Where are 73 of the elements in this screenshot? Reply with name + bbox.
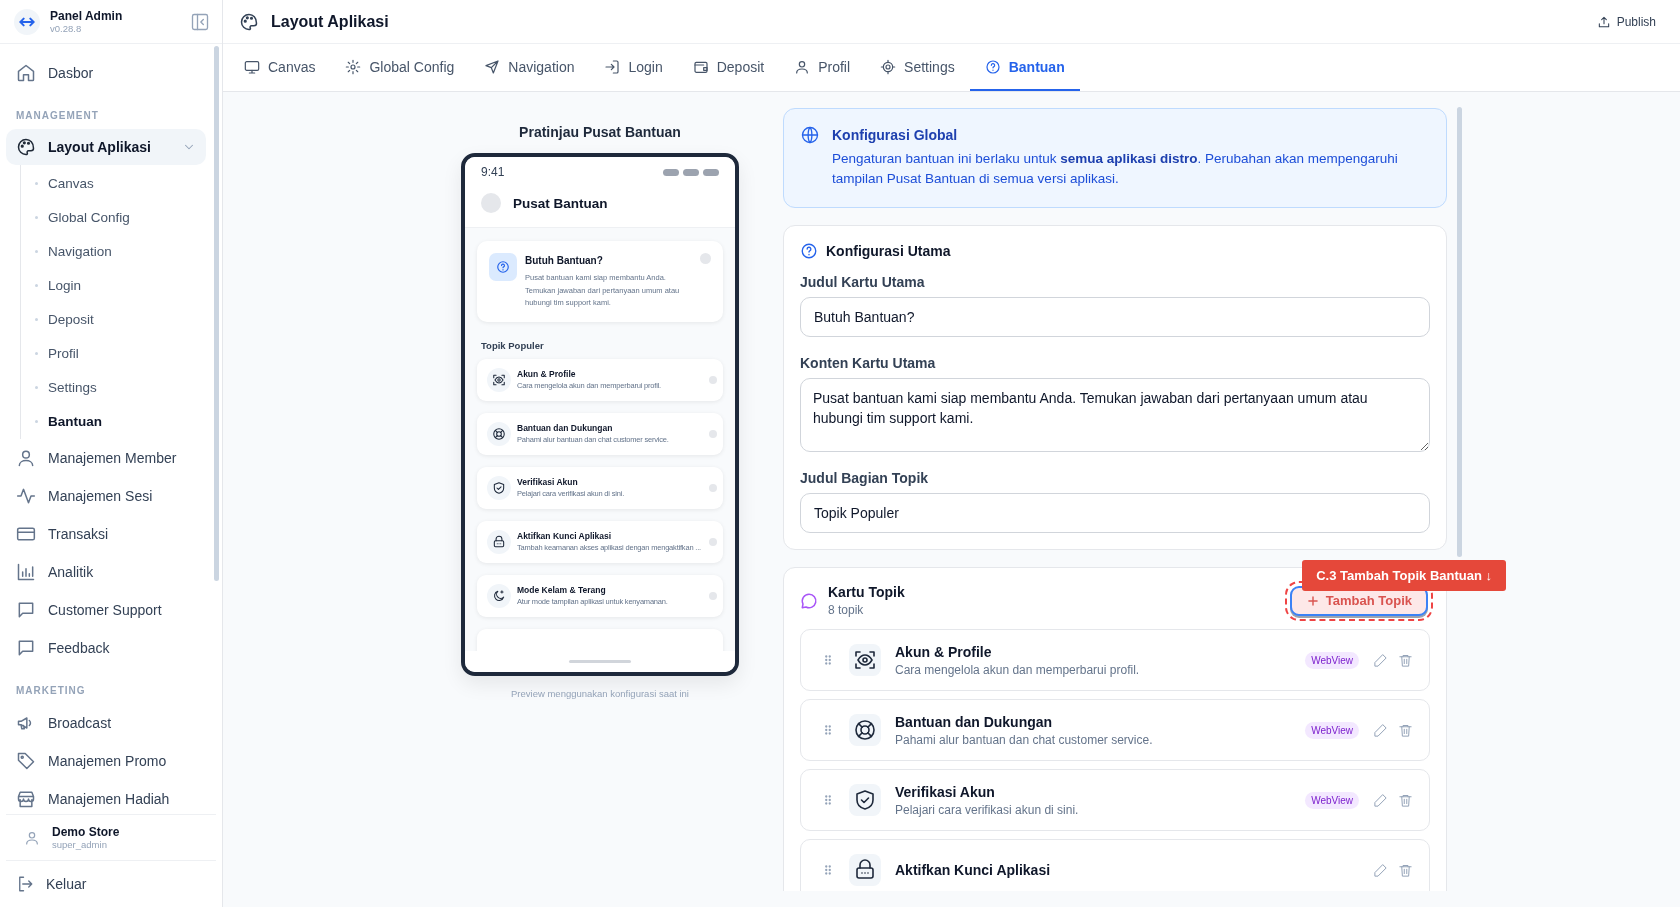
topic-description: Pelajari cara verifikasi akun di sini.	[895, 802, 1080, 817]
tab[interactable]: Global Config	[330, 44, 470, 91]
publish-button[interactable]: Publish	[1588, 10, 1664, 33]
sidebar-item[interactable]: Manajemen Hadiah	[6, 780, 206, 814]
topic-description: Pahami alur bantuan dan chat customer service.	[895, 732, 1154, 747]
sidebar-item[interactable]: Feedback	[6, 629, 206, 667]
user-name: Demo Store	[52, 825, 121, 839]
submenu-item[interactable]: Bantuan	[21, 404, 206, 438]
screen-title: Pusat Bantuan	[513, 195, 608, 211]
sidebar-item[interactable]: Transaksi	[6, 515, 206, 553]
section-label: MARKETING	[15, 684, 87, 698]
section-label: MANAGEMENT	[15, 109, 100, 123]
submenu-item[interactable]: Canvas	[21, 166, 206, 200]
sidebar-item[interactable]: Manajemen Promo	[6, 742, 206, 780]
webview-badge: WebView	[1305, 721, 1359, 739]
tab[interactable]: Bantuan	[969, 44, 1080, 91]
submenu-item[interactable]: Profil	[21, 336, 206, 370]
annotation-label: C.3 Tambah Topik Bantuan ↓	[1302, 560, 1506, 591]
submenu-item[interactable]: Settings	[21, 370, 206, 404]
topic-title: Bantuan dan Dukungan	[517, 423, 614, 433]
banner-text: Pengaturan bantuan ini berlaku untuk semua aplikasi distro. Perubahan akan mempengaruhi tampilan Pusat Bantuan di semua versi aplikasi.	[832, 150, 1399, 188]
topic-title: Akun & Profile	[517, 369, 577, 379]
webview-badge: WebView	[1305, 791, 1359, 809]
preview-title: Pratinjau Pusat Bantuan	[519, 124, 681, 140]
topic-title: Aktifkan Kunci Aplikasi	[895, 862, 1052, 878]
help-card-title: Butuh Bantuan?	[525, 255, 604, 266]
user-role: super_admin	[52, 839, 108, 850]
topic-row[interactable]: Aktifkan Kunci Aplikasi	[800, 839, 1430, 891]
submenu-item[interactable]: Global Config	[21, 200, 206, 234]
topic-description: Cara mengelola akun dan memperbarui profil.	[895, 662, 1141, 677]
app-title: Panel Admin	[50, 9, 124, 23]
text-field[interactable]: Topik Populer	[800, 493, 1430, 533]
sidebar-item[interactable]: Layout Aplikasi	[6, 129, 206, 165]
sidebar-item[interactable]: Manajemen Sesi	[6, 477, 206, 515]
topic-title: Aktifkan Kunci Aplikasi	[517, 531, 613, 541]
text-field[interactable]: Butuh Bantuan?	[800, 297, 1430, 337]
section-title: Topik Populer	[481, 339, 545, 351]
field-label: Konten Kartu Utama	[800, 355, 937, 371]
banner-title: Konfigurasi Global	[832, 127, 959, 143]
tab[interactable]: Profil	[779, 44, 866, 91]
topic-title: Verifikasi Akun	[517, 477, 579, 487]
sidebar-item[interactable]: Customer Support	[6, 591, 206, 629]
tab[interactable]: Login	[589, 44, 678, 91]
tab[interactable]: Navigation	[469, 44, 590, 91]
topic-title: Bantuan dan Dukungan	[895, 713, 1054, 730]
tab[interactable]: Deposit	[677, 44, 780, 91]
topic-title: Mode Kelam & Terang	[517, 585, 607, 595]
sidebar-item[interactable]: Analitik	[6, 553, 206, 591]
submenu-item[interactable]: Deposit	[21, 302, 206, 336]
tab[interactable]: Settings	[865, 44, 970, 91]
topic-row[interactable]: Akun & Profile Cara mengelola akun dan memperbarui profil. WebView	[800, 629, 1430, 691]
field-label: Judul Kartu Utama	[800, 274, 926, 290]
card-title: Konfigurasi Utama	[826, 243, 951, 259]
submenu-item[interactable]: Navigation	[21, 234, 206, 268]
topic-title: Verifikasi Akun	[895, 783, 996, 800]
field-label: Judul Bagian Topik	[800, 470, 930, 486]
app-version: v0.28.8	[50, 23, 83, 34]
topic-row[interactable]: Verifikasi Akun Pelajari cara verifikasi akun di sini. WebView	[800, 769, 1430, 831]
webview-badge: WebView	[1305, 651, 1359, 669]
card-title: Kartu Topik	[828, 584, 906, 600]
sidebar-item[interactable]: Dasbor	[6, 54, 206, 92]
sidebar-item[interactable]: Manajemen Member	[6, 439, 206, 477]
topic-count: 8 topik	[828, 603, 865, 617]
topic-title: Akun & Profile	[895, 643, 993, 660]
topic-row[interactable]: Bantuan dan Dukungan Pahami alur bantuan dan chat customer service. WebView	[800, 699, 1430, 761]
preview-caption: Preview menggunakan konfigurasi saat ini	[511, 688, 689, 699]
submenu-item[interactable]: Login	[21, 268, 206, 302]
page-title: Layout Aplikasi	[271, 12, 390, 31]
status-time: 9:41	[481, 165, 505, 179]
text-area[interactable]: Pusat bantuan kami siap membantu Anda. Temukan jawaban dari pertanyaan umum atau hubungi tim support kami.	[800, 378, 1430, 452]
sidebar-item[interactable]: Broadcast	[6, 704, 206, 742]
logout-item[interactable]: Keluar	[0, 861, 222, 907]
tab[interactable]: Canvas	[229, 44, 331, 91]
